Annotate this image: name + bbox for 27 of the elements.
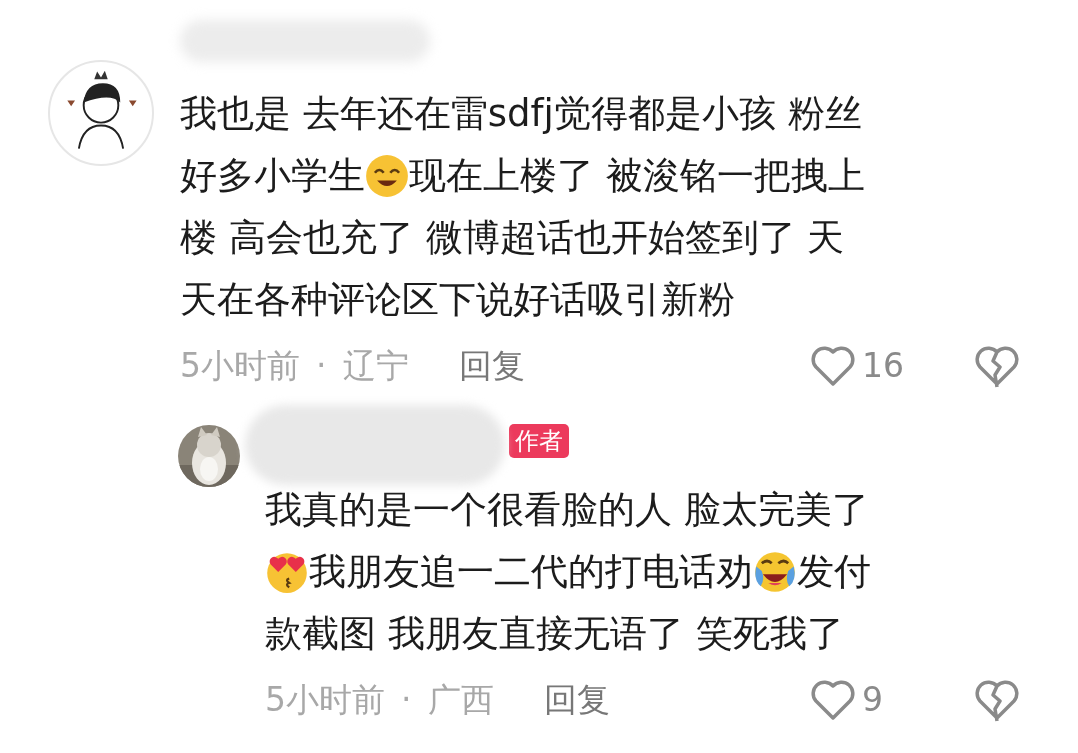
like-icon[interactable]: [810, 678, 856, 722]
comment-text: 我也是 去年还在雷sdfj觉得都是小孩 粉丝: [180, 91, 862, 137]
comment-text: 楼 高会也充了 微博超话也开始签到了 天: [180, 215, 845, 261]
comment-text: 好多小学生: [180, 153, 365, 199]
like-count: 16: [862, 345, 905, 388]
author-badge: 作者: [509, 424, 569, 458]
broken-heart-icon[interactable]: [974, 678, 1020, 722]
heart-eyes-kiss-icon: [265, 550, 309, 594]
comment-text: 现在上楼了 被浚铭一把拽上: [409, 153, 865, 199]
like-count: 9: [862, 679, 884, 722]
laughing-crying-face-icon: [753, 550, 797, 594]
location-text: 广西: [427, 679, 494, 722]
reply-link[interactable]: 回复: [543, 675, 610, 725]
reply-link[interactable]: 回复: [458, 341, 525, 391]
like-icon[interactable]: [810, 344, 856, 388]
location-text: 辽宁: [342, 345, 409, 388]
comment-text: 发付: [797, 549, 871, 595]
comment-text: 天在各种评论区下说好话吸引新粉: [180, 277, 735, 323]
timestamp: 5小时前: [265, 679, 385, 722]
smiling-face-icon: [365, 154, 409, 198]
comment-text: 款截图 我朋友直接无语了 笑死我了: [265, 611, 844, 657]
timestamp: 5小时前: [180, 345, 300, 388]
comment-text: 我朋友追一二代的打电话劝: [309, 549, 753, 595]
comment-text: 我真的是一个很看脸的人 脸太完美了: [265, 487, 869, 533]
separator-dot: ·: [401, 679, 412, 722]
separator-dot: ·: [316, 345, 327, 388]
broken-heart-icon[interactable]: [974, 344, 1020, 388]
